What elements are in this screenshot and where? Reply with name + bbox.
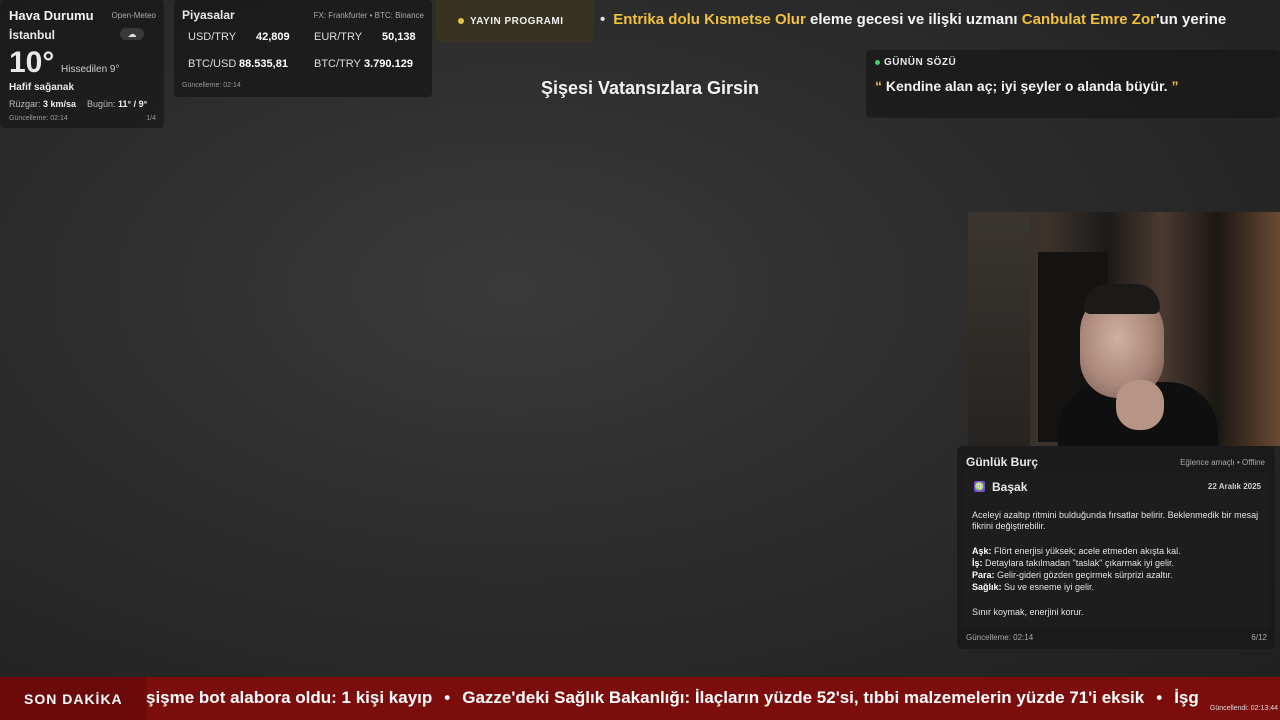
webcam-feed (968, 212, 1280, 446)
program-label: YAYIN PROGRAMI (470, 16, 564, 27)
horoscope-card: ♍ Başak 22 Aralık 2025 Aceleyi azaltıp r… (963, 472, 1269, 628)
rate-label: BTC/TRY (314, 58, 361, 70)
weather-title: Hava Durumu (9, 8, 94, 23)
rate-usd-try: USD/TRY (188, 31, 236, 43)
stream-title: Şişesi Vatansızlara Girsin (540, 78, 760, 98)
today-label: Bugün: (87, 99, 116, 109)
horoscope-title: Günlük Burç (966, 455, 1039, 469)
horoscope-intro: Aceleyi azaltıp ritmini bulduğunda fırsa… (972, 510, 1259, 531)
rate-label: EUR/TRY (314, 31, 363, 43)
rate-btc-try: BTC/TRY (314, 58, 361, 70)
bullet-icon: • (600, 11, 606, 28)
webcam-person (1116, 380, 1164, 430)
weather-temperature: 10° (9, 46, 55, 79)
cloud-rain-icon: ☁ (120, 28, 144, 40)
quote-text-line: “ Kendine alan aç; iyi şeyler o alanda b… (875, 78, 1178, 94)
program-highlight: Entrika dolu Kısmetse Olur (613, 11, 806, 28)
program-text: eleme gecesi ve ilişki uzmanı (805, 11, 1022, 28)
health-label: Sağlık: (972, 582, 1002, 592)
breaking-ticker: şişme bot alabora oldu: 1 kişi kayıp • Gaz… (146, 688, 1280, 708)
horoscope-health: Sağlık: Su ve esneme iyi gelir. (972, 582, 1262, 593)
love-text: Flört enerjisi yüksek; acele etmeden akı… (991, 546, 1181, 556)
health-text: Su ve esneme iyi gelir. (1001, 582, 1095, 592)
rate-value: 88.535,81 (239, 58, 288, 70)
weather-widget: Hava Durumu Open-Meteo İstanbul ☁ 10° Hi… (0, 0, 164, 128)
rate-value: 50,138 (382, 31, 416, 43)
status-dot-icon (875, 60, 880, 65)
weather-city: İstanbul (9, 28, 56, 42)
horoscope-sign: Başak (992, 480, 1028, 494)
horoscope-love: Aşk: Flört enerjisi yüksek; acele etmede… (972, 546, 1262, 557)
weather-page: 1/4 (146, 115, 156, 122)
program-highlight: Canbulat Emre Zor (1021, 11, 1156, 28)
separator-icon: • (1156, 688, 1163, 707)
love-label: Aşk: (972, 546, 992, 556)
news-item: İşg (1174, 688, 1199, 707)
breaking-label-box: SON DAKİKA (0, 677, 146, 720)
weather-source: Open-Meteo (111, 11, 156, 20)
webcam-person (1084, 284, 1160, 314)
quote-label: GÜNÜN SÖZÜ (884, 57, 957, 68)
program-dot-icon (458, 18, 464, 24)
virgo-icon: ♍ (974, 481, 985, 492)
program-label-box: YAYIN PROGRAMI (436, 0, 594, 42)
horoscope-advice: Sınır koymak, enerjini korur. (972, 607, 1084, 617)
weather-updated: Güncelleme: 02:14 (9, 115, 68, 122)
horoscope-date: 22 Aralık 2025 (1207, 482, 1261, 491)
quote-text: Kendine alan aç; iyi şeyler o alanda büy… (885, 78, 1168, 94)
news-item: şişme bot alabora oldu: 1 kişi kayıp (146, 688, 433, 707)
program-ticker: • Entrika dolu Kısmetse Olur eleme gecesi… (600, 11, 1280, 33)
rate-eur-try: EUR/TRY (314, 31, 362, 43)
separator-icon: • (444, 688, 451, 707)
rate-value: 3.790.129 (364, 58, 413, 70)
weather-condition: Hafif sağanak (9, 82, 75, 93)
today-value: 11° / 9° (118, 99, 148, 109)
program-text: 'un yerine (1155, 11, 1227, 28)
markets-updated: Güncelleme: 02:14 (182, 82, 241, 89)
wind-label: Rüzgar: (9, 99, 41, 109)
markets-title: Piyasalar (182, 8, 235, 22)
markets-widget: Piyasalar FX: Frankfurter • BTC: Binance… (174, 0, 432, 97)
breaking-news-bar: SON DAKİKA şişme bot alabora oldu: 1 kiş… (0, 677, 1280, 720)
money-text: Gelir-gideri gözden geçirmek sürprizi az… (994, 570, 1173, 580)
horoscope-updated: Güncelleme: 02:14 (966, 633, 1034, 642)
weather-today: Bugün: 11° / 9° (87, 99, 147, 109)
rate-label: USD/TRY (188, 31, 237, 43)
quote-close-icon: ” (1167, 78, 1179, 94)
horoscope-page: 6/12 (1251, 633, 1267, 642)
money-label: Para: (972, 570, 995, 580)
horoscope-work: İş: Detaylara takılmadan "taslak" çıkarm… (972, 558, 1262, 569)
horoscope-money: Para: Gelir-gideri gözden geçirmek sürpr… (972, 570, 1262, 581)
rate-btc-usd: BTC/USD (188, 58, 236, 70)
weather-wind: Rüzgar: 3 km/sa (9, 99, 76, 109)
quote-widget: GÜNÜN SÖZÜ “ Kendine alan aç; iyi şeyler… (866, 50, 1280, 118)
markets-source: FX: Frankfurter • BTC: Binance (313, 11, 424, 20)
breaking-label: SON DAKİKA (24, 691, 123, 707)
quote-open-icon: “ (875, 78, 886, 94)
horoscope-widget: Günlük Burç Eğlence amaçlı • Offline ♍ B… (957, 446, 1275, 649)
work-text: Detaylara takılmadan "taslak" çıkarmak i… (982, 558, 1174, 568)
horoscope-mode: Eğlence amaçlı • Offline (1180, 458, 1265, 467)
webcam-background (968, 212, 1030, 446)
rate-label: BTC/USD (188, 58, 237, 70)
work-label: İş: (972, 558, 983, 568)
breaking-updated: Güncellendi: 02:13:44 (1209, 705, 1278, 712)
news-item: Gazze'deki Sağlık Bakanlığı: İlaçların y… (462, 688, 1145, 707)
rate-value: 42,809 (256, 31, 290, 43)
wind-value: 3 km/sa (43, 99, 77, 109)
weather-feels-like: Hissedilen 9° (61, 64, 120, 75)
